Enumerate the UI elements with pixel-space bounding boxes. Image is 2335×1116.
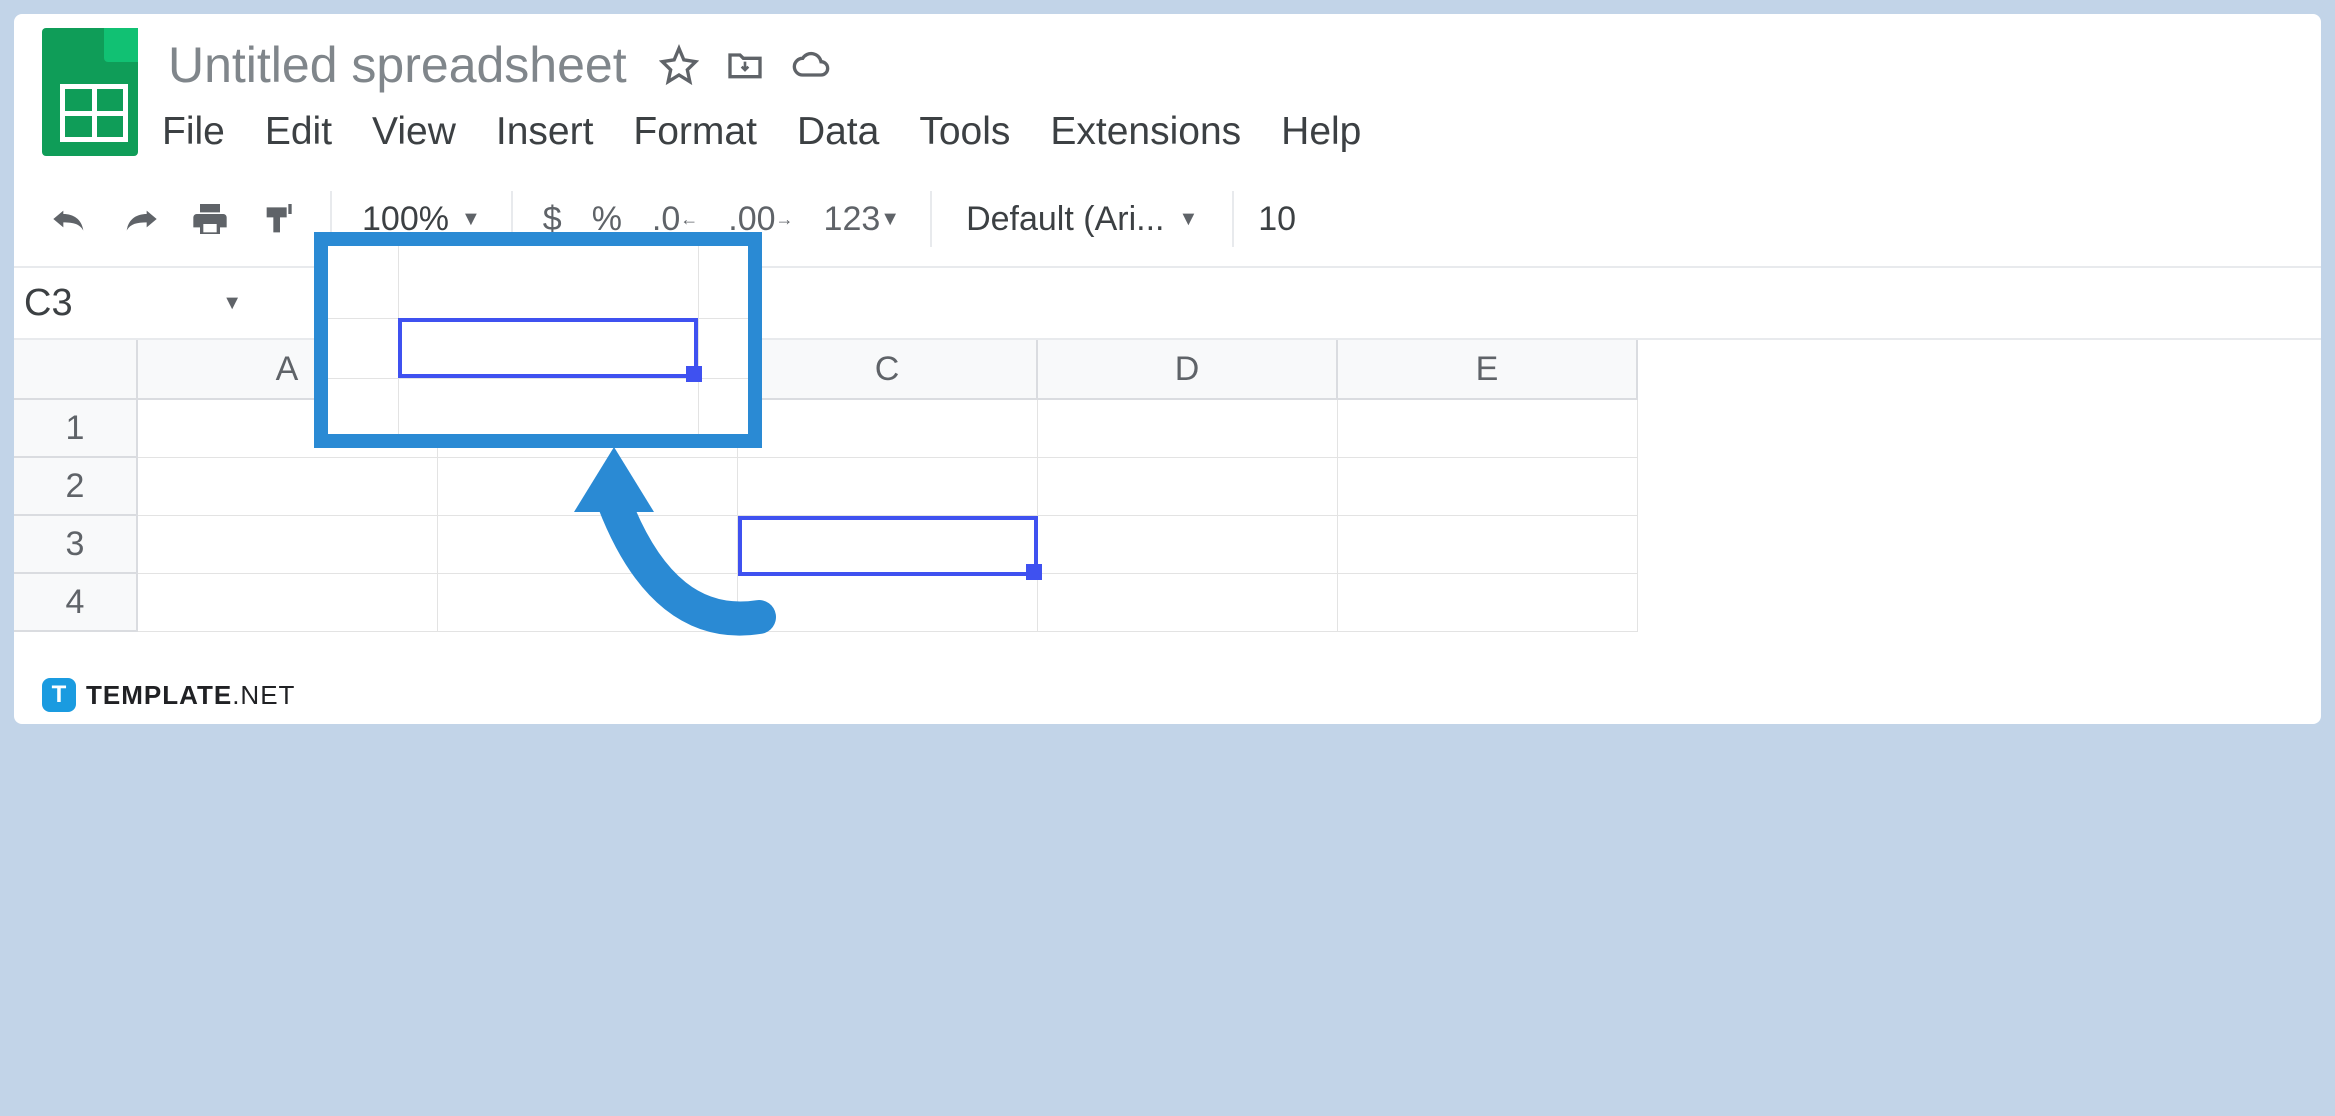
font-family-dropdown[interactable]: Default (Ari... ▼ xyxy=(956,200,1208,239)
namebox-value: C3 xyxy=(24,282,73,325)
chevron-down-icon: ▼ xyxy=(461,208,481,231)
cell-a3[interactable] xyxy=(138,516,438,574)
cell-e3[interactable] xyxy=(1338,516,1638,574)
select-all-corner[interactable] xyxy=(14,340,138,400)
watermark-name: TEMPLATE xyxy=(86,680,232,710)
cloud-status-icon[interactable] xyxy=(791,45,831,85)
cell-c3[interactable] xyxy=(738,516,1038,574)
grid-line xyxy=(328,378,748,379)
cell-b2[interactable] xyxy=(438,458,738,516)
cell-d1[interactable] xyxy=(1038,400,1338,458)
column-header-c[interactable]: C xyxy=(738,340,1038,400)
selection-fill-handle xyxy=(686,366,702,382)
row-header-3[interactable]: 3 xyxy=(14,516,138,574)
toolbar-separator xyxy=(930,191,932,247)
cell-c2[interactable] xyxy=(738,458,1038,516)
annotation-selected-cell xyxy=(398,318,698,378)
label: 123 xyxy=(824,200,881,239)
menubar: File Edit View Insert Format Data Tools … xyxy=(162,96,2301,172)
move-folder-icon[interactable] xyxy=(725,45,765,85)
column-header-d[interactable]: D xyxy=(1038,340,1338,400)
cell-b3[interactable] xyxy=(438,516,738,574)
menu-file[interactable]: File xyxy=(162,110,225,154)
print-button[interactable] xyxy=(184,195,236,243)
star-icon[interactable] xyxy=(659,45,699,85)
menu-format[interactable]: Format xyxy=(633,110,757,154)
chevron-down-icon: ▼ xyxy=(880,208,900,231)
menu-view[interactable]: View xyxy=(372,110,456,154)
menu-edit[interactable]: Edit xyxy=(265,110,332,154)
row-header-1[interactable]: 1 xyxy=(14,400,138,458)
font-size-input[interactable]: 10 xyxy=(1258,200,1296,239)
column-header-e[interactable]: E xyxy=(1338,340,1638,400)
cell-d4[interactable] xyxy=(1038,574,1338,632)
label: Default (Ari... xyxy=(966,200,1164,239)
watermark-badge-icon: T xyxy=(42,678,76,712)
name-box[interactable]: C3 ▼ xyxy=(14,282,262,325)
cell-c4[interactable] xyxy=(738,574,1038,632)
cell-a2[interactable] xyxy=(138,458,438,516)
cell-a4[interactable] xyxy=(138,574,438,632)
sheets-logo-icon[interactable] xyxy=(42,28,138,156)
chevron-down-icon: ▼ xyxy=(1178,208,1198,231)
menu-help[interactable]: Help xyxy=(1281,110,1361,154)
watermark-suffix: .NET xyxy=(232,680,295,710)
number-format-dropdown[interactable]: 123 ▼ xyxy=(818,196,907,243)
watermark: T TEMPLATE.NET xyxy=(42,678,295,712)
title-area: Untitled spreadsheet File Edit View Inse… xyxy=(162,28,2301,172)
menu-data[interactable]: Data xyxy=(797,110,879,154)
watermark-text: TEMPLATE.NET xyxy=(86,680,295,711)
annotation-callout xyxy=(314,232,762,448)
cell-d2[interactable] xyxy=(1038,458,1338,516)
row-header-2[interactable]: 2 xyxy=(14,458,138,516)
app-window: Untitled spreadsheet File Edit View Inse… xyxy=(14,14,2321,724)
menu-tools[interactable]: Tools xyxy=(919,110,1010,154)
title-row: Untitled spreadsheet xyxy=(162,34,2301,96)
toolbar-separator xyxy=(1232,191,1234,247)
cell-e2[interactable] xyxy=(1338,458,1638,516)
redo-button[interactable] xyxy=(114,201,166,237)
document-title[interactable]: Untitled spreadsheet xyxy=(162,34,633,96)
grid-line xyxy=(698,246,699,434)
chevron-down-icon: ▼ xyxy=(222,292,242,315)
cell-e4[interactable] xyxy=(1338,574,1638,632)
titlebar: Untitled spreadsheet File Edit View Inse… xyxy=(14,14,2321,172)
paint-format-button[interactable] xyxy=(254,195,306,243)
row-header-4[interactable]: 4 xyxy=(14,574,138,632)
cell-b4[interactable] xyxy=(438,574,738,632)
undo-button[interactable] xyxy=(44,201,96,237)
cell-d3[interactable] xyxy=(1038,516,1338,574)
cell-c1[interactable] xyxy=(738,400,1038,458)
menu-insert[interactable]: Insert xyxy=(496,110,594,154)
menu-extensions[interactable]: Extensions xyxy=(1050,110,1241,154)
cell-e1[interactable] xyxy=(1338,400,1638,458)
